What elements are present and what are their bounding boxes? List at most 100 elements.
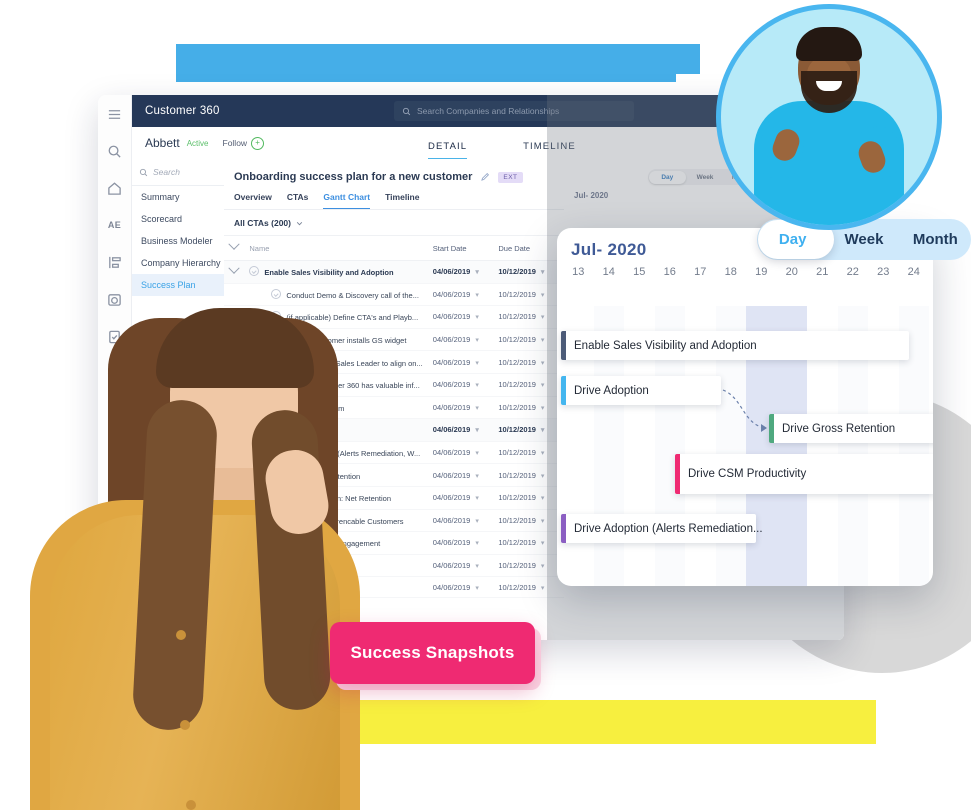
cell-due-date[interactable]: 10/12/2019 ▾: [498, 373, 564, 397]
cell-due-date[interactable]: 10/12/2019 ▾: [498, 463, 564, 487]
hierarchy-icon[interactable]: [104, 251, 126, 273]
table-row[interactable]: Enable Sales Visibility and Adoption 04/0…: [224, 260, 564, 284]
cell-due-date[interactable]: 10/12/2019 ▾: [498, 441, 564, 465]
gantt-bar[interactable]: Drive Adoption: [561, 376, 721, 405]
cell-due-date[interactable]: 10/12/2019 ▾: [498, 350, 564, 374]
cell-start-date[interactable]: 04/06/2019 ▾: [432, 531, 499, 555]
chevron-down-icon: ▾: [475, 337, 479, 345]
gantt-bar[interactable]: Enable Sales Visibility and Adoption: [561, 331, 909, 360]
cell-due-date[interactable]: 10/12/2019 ▾: [498, 486, 564, 510]
person-illustration-woman: [0, 300, 360, 810]
chevron-down-icon: ▾: [540, 472, 545, 480]
cell-start-date[interactable]: 04/06/2019 ▾: [432, 373, 499, 397]
global-search-placeholder: Search Companies and Relationships: [417, 106, 560, 116]
row-expand-toggle[interactable]: [224, 260, 250, 284]
bar-chart-decoration-icon: [184, 42, 246, 75]
cell-start-date[interactable]: 04/06/2019 ▾: [432, 396, 499, 420]
chevron-down-icon: ▾: [540, 563, 545, 571]
gantt-grid: Enable Sales Visibility and Adoption Driv…: [557, 306, 933, 586]
cell-due-date[interactable]: 10/12/2019 ▾: [498, 554, 564, 578]
sidebar-item-company-hierarchy[interactable]: Company Hierarchy: [132, 252, 224, 274]
tab-overview[interactable]: Overview: [234, 192, 272, 209]
chevron-down-icon: ▾: [475, 517, 479, 525]
cell-start-date[interactable]: 04/06/2019 ▾: [432, 486, 499, 510]
tab-gantt-chart[interactable]: Gantt Chart: [323, 192, 371, 209]
tab-timeline-plan[interactable]: Timeline: [385, 192, 419, 209]
tab-timeline[interactable]: TIMELINE: [523, 141, 576, 160]
sidebar-search-input[interactable]: Search: [132, 159, 224, 186]
chevron-down-icon: ▾: [540, 269, 545, 277]
chevron-down-icon: ▾: [475, 427, 479, 435]
search-icon: [139, 168, 148, 176]
chevron-down-icon: ▾: [540, 314, 545, 322]
expand-all-header[interactable]: [224, 235, 250, 261]
sidebar-item-business-modeler[interactable]: Business Modeler: [132, 230, 224, 252]
cell-due-date[interactable]: 10/12/2019 ▾: [498, 576, 564, 598]
gantt-bar[interactable]: Drive CSM Productivity: [675, 454, 933, 494]
tab-ctas[interactable]: CTAs: [287, 192, 309, 209]
cell-due-date[interactable]: 10/12/2019 ▾: [498, 305, 564, 329]
cell-due-date[interactable]: 10/12/2019 ▾: [498, 509, 564, 533]
hamburger-menu-icon[interactable]: [104, 103, 126, 125]
cell-due-date[interactable]: 10/12/2019 ▾: [498, 531, 564, 555]
cell-start-date[interactable]: 04/06/2019 ▾: [432, 283, 499, 307]
cell-start-date[interactable]: 04/06/2019 ▾: [432, 260, 499, 284]
chevron-down-icon: ▾: [475, 584, 479, 592]
search-icon[interactable]: [104, 140, 126, 162]
cell-name: Enable Sales Visibility and Adoption: [249, 260, 433, 284]
tab-detail[interactable]: DETAIL: [428, 141, 468, 160]
chevron-down-icon: ▾: [540, 584, 545, 592]
edit-pencil-icon[interactable]: [480, 172, 490, 182]
cell-start-date[interactable]: 04/06/2019 ▾: [432, 441, 499, 465]
cell-start-date[interactable]: 04/06/2019 ▾: [432, 418, 499, 442]
page-title: Onboarding success plan for a new custom…: [234, 171, 473, 183]
follow-plus-icon[interactable]: +: [251, 136, 265, 150]
sidebar-item-success-plan[interactable]: Success Plan: [132, 274, 224, 296]
cell-start-date[interactable]: 04/06/2019 ▾: [432, 509, 499, 533]
chevron-down-icon: ▾: [540, 382, 545, 390]
plan-title-row: Onboarding success plan for a new custom…: [224, 159, 564, 183]
sidebar-item-scorecard[interactable]: Scorecard: [132, 208, 224, 230]
cell-start-date[interactable]: 04/06/2019 ▾: [432, 463, 499, 487]
col-header-due-date: Due Date: [498, 235, 564, 261]
cell-start-date[interactable]: 04/06/2019 ▾: [432, 576, 499, 598]
gantt-bar[interactable]: Drive Gross Retention: [769, 414, 933, 443]
ctas-filter-dropdown[interactable]: All CTAs (200): [224, 210, 564, 235]
home-icon[interactable]: [104, 177, 126, 199]
cell-start-date[interactable]: 04/06/2019 ▾: [432, 328, 499, 352]
chevron-down-icon: ▾: [540, 291, 545, 299]
search-icon: [402, 107, 411, 115]
chevron-down-icon: ▾: [540, 540, 545, 548]
cell-due-date[interactable]: 10/12/2019 ▾: [498, 396, 564, 420]
chevron-down-icon: ▾: [540, 450, 545, 458]
global-search-input[interactable]: Search Companies and Relationships: [394, 101, 634, 121]
cell-due-date[interactable]: 10/12/2019 ▾: [498, 260, 564, 284]
segment-week[interactable]: Week: [687, 174, 724, 181]
cell-due-date[interactable]: 10/12/2019 ▾: [498, 283, 564, 307]
chevron-down-icon: ▾: [475, 450, 479, 458]
gantt-zoom-segmented-control-callout[interactable]: Day Week Month: [757, 219, 971, 260]
segment-week-big[interactable]: Week: [828, 231, 899, 248]
cell-start-date[interactable]: 04/06/2019 ▾: [432, 305, 499, 329]
segment-day-big[interactable]: Day: [757, 231, 828, 248]
record-status-badge: Active: [186, 138, 209, 148]
chevron-down-icon: ▾: [475, 563, 479, 571]
chevron-down-icon: ▾: [540, 427, 545, 435]
chevron-down-icon: ▾: [475, 269, 479, 277]
sidebar-item-summary[interactable]: Summary: [132, 186, 224, 208]
cell-due-date[interactable]: 10/12/2019 ▾: [498, 418, 564, 442]
cell-start-date[interactable]: 04/06/2019 ▾: [432, 554, 499, 578]
chevron-down-icon: [296, 221, 303, 225]
gantt-day-tick: 17: [694, 266, 707, 278]
segment-month-big[interactable]: Month: [900, 231, 971, 248]
follow-label[interactable]: Follow: [223, 138, 248, 148]
chevron-down-icon: ▾: [475, 540, 479, 548]
cell-start-date[interactable]: 04/06/2019 ▾: [432, 350, 499, 374]
cell-due-date[interactable]: 10/12/2019 ▾: [498, 328, 564, 352]
gantt-bar[interactable]: Drive Adoption (Alerts Remediation...: [561, 514, 763, 543]
chevron-down-icon: ▾: [540, 404, 545, 412]
ae-icon[interactable]: AE: [104, 214, 126, 236]
segment-day[interactable]: Day: [649, 170, 686, 184]
col-header-start-date: Start Date: [432, 235, 499, 261]
chevron-down-icon: ▾: [540, 359, 545, 367]
